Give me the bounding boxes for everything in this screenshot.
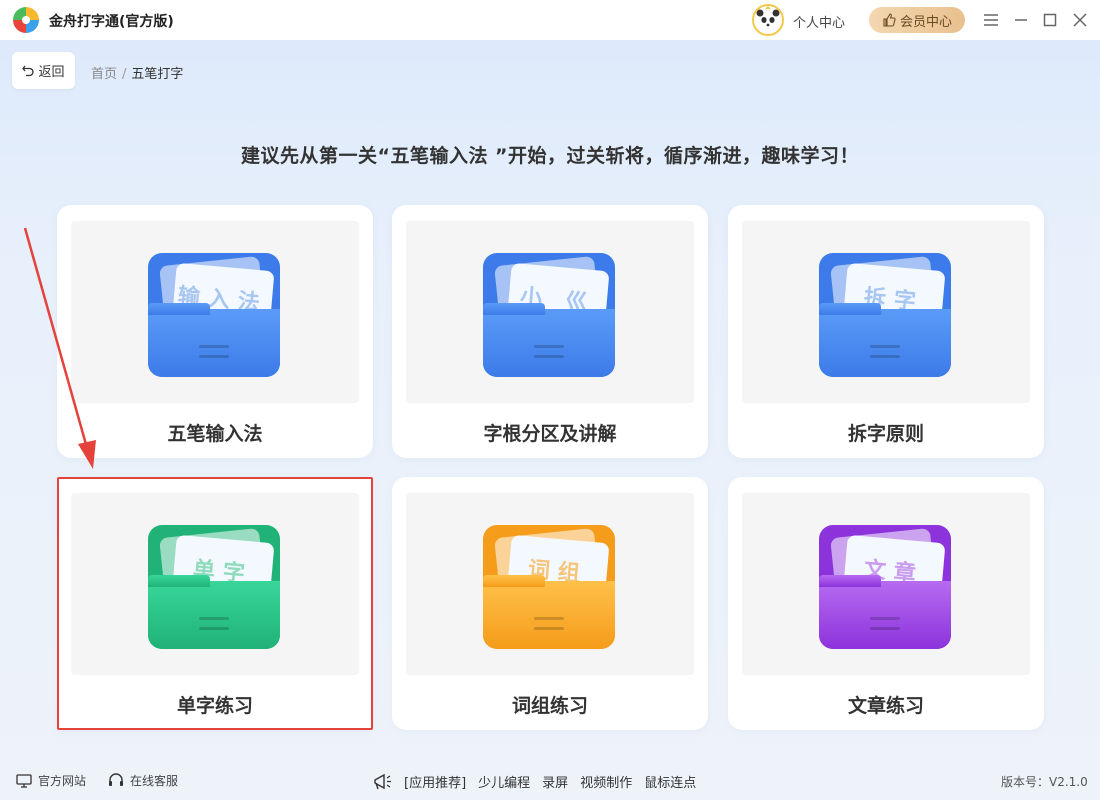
maximize-icon[interactable] [1040,10,1060,30]
card-image-area: 词组 [406,493,694,675]
app-link-auto-clicker[interactable]: 鼠标连点 [644,772,696,791]
breadcrumb-separator: / [122,67,127,82]
minimize-icon[interactable] [1011,10,1031,30]
card-label: 文章练习 [847,695,924,717]
card-label: 单字练习 [176,695,253,717]
menu-icon[interactable] [981,10,1001,30]
breadcrumb-current: 五笔打字 [131,67,184,82]
breadcrumb: 首页 / 五笔打字 [91,63,183,82]
module-card[interactable]: 输入法 五笔输入法 [57,205,373,458]
card-image-area: 小 巛 [406,221,694,403]
footer-left: 官方网站 在线客服 [16,772,178,789]
headset-icon [109,773,124,786]
blue-folder-icon: 拆字 [819,253,951,377]
card-label: 词组练习 [511,695,588,717]
vip-center-label: 会员中心 [899,14,952,30]
module-card[interactable]: 词组 词组练习 [392,477,708,730]
user-avatar[interactable] [752,4,784,36]
app-logo-icon [13,7,39,33]
back-label: 返回 [38,65,65,80]
card-label: 拆字原则 [847,423,924,445]
card-image-area: 文章 [742,493,1030,675]
panda-avatar-icon [756,6,780,32]
online-service-link[interactable]: 在线客服 [108,772,178,789]
page-heading: 建议先从第一关“五笔输入法 ”开始，过关斩将，循序渐进，趣味学习！ [240,145,860,167]
version-label: 版本号：V2.1.0 [1001,775,1088,789]
purple-folder-icon: 文章 [819,525,951,649]
title-bar: 金舟打字通(官方版) 个人中心 会员中心 [0,0,1100,40]
card-label: 五笔输入法 [167,423,263,445]
module-card[interactable]: 文章 文章练习 [728,477,1044,730]
app-recommend-bar: [应用推荐] 少儿编程 录屏 视频制作 鼠标连点 [372,772,696,791]
card-image-area: 输入法 [71,221,359,403]
card-image-area: 单字 [71,493,359,675]
module-card[interactable]: 小 巛字根分区及讲解 [392,205,708,458]
monitor-icon [16,773,32,788]
vip-center-button[interactable]: 会员中心 [869,7,965,33]
module-card[interactable]: 单字 单字练习 [57,477,373,730]
app-link-video-maker[interactable]: 视频制作 [580,772,632,791]
blue-folder-icon: 小 巛 [483,253,615,377]
orange-folder-icon: 词组 [483,525,615,649]
undo-arrow-icon [22,65,35,76]
close-icon[interactable] [1070,10,1090,30]
module-card[interactable]: 拆字 拆字原则 [728,205,1044,458]
official-site-label: 官方网站 [38,774,87,788]
personal-center-link[interactable]: 个人中心 [793,12,845,31]
app-link-kids-coding[interactable]: 少儿编程 [478,772,530,791]
card-label: 字根分区及讲解 [483,423,617,445]
megaphone-icon [374,773,391,789]
recommend-label: [应用推荐] [404,776,467,791]
green-folder-icon: 单字 [148,525,280,649]
app-title: 金舟打字通(官方版) [49,14,174,30]
online-service-label: 在线客服 [130,774,179,788]
blue-folder-icon: 输入法 [148,253,280,377]
back-button[interactable]: 返回 [12,52,75,89]
official-site-link[interactable]: 官方网站 [16,772,86,789]
app-link-screen-record[interactable]: 录屏 [542,772,568,791]
thumbs-up-icon [883,13,896,27]
breadcrumb-home[interactable]: 首页 [91,67,117,82]
card-image-area: 拆字 [742,221,1030,403]
